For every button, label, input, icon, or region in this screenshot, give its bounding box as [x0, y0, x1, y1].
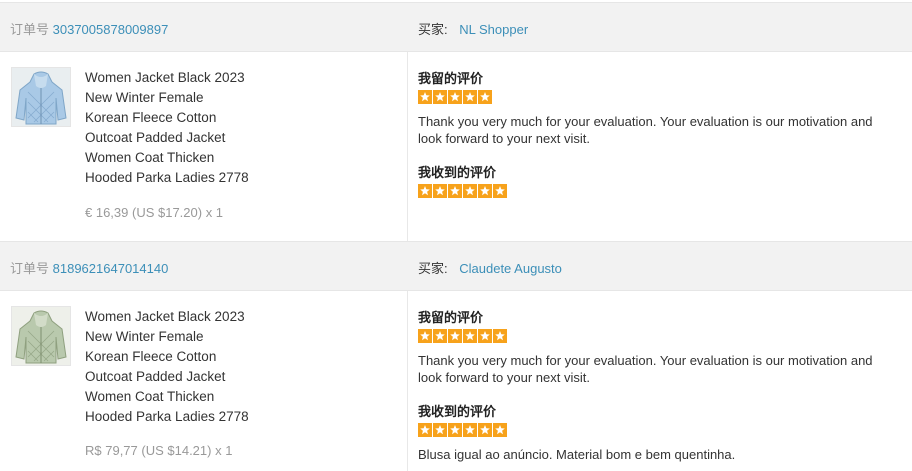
order-body: Women Jacket Black 2023 New Winter Femal…	[0, 52, 912, 241]
order-header: 订单号 3037005878009897 买家: NL Shopper	[0, 2, 912, 52]
my-review-text: Thank you very much for your evaluation.…	[418, 114, 873, 146]
star-icon	[433, 329, 447, 343]
product-thumbnail[interactable]	[11, 306, 71, 366]
my-review-label: 我留的评价	[418, 310, 484, 325]
star-icon	[493, 184, 507, 198]
star-icon	[448, 184, 462, 198]
order-number-label: 订单号	[10, 22, 50, 37]
star-icon	[448, 423, 462, 437]
star-icon	[418, 423, 432, 437]
star-icon	[418, 90, 432, 104]
star-rating	[418, 90, 492, 104]
received-review-section: 我收到的评价	[418, 162, 912, 202]
star-icon	[463, 423, 477, 437]
buyer-label: 买家:	[418, 22, 448, 37]
received-review-label: 我收到的评价	[418, 165, 497, 180]
star-icon	[478, 90, 492, 104]
star-icon	[418, 329, 432, 343]
order-body: Women Jacket Black 2023 New Winter Femal…	[0, 291, 912, 471]
column-divider	[407, 52, 408, 241]
order-number-field: 订单号 8189621647014140	[10, 258, 168, 277]
order-number-field: 订单号 3037005878009897	[10, 19, 168, 38]
my-review-section: 我留的评价 Thank you very much for your evalu…	[418, 307, 912, 385]
my-review-text: Thank you very much for your evaluation.…	[418, 353, 873, 385]
star-icon	[463, 329, 477, 343]
product-price: € 16,39 (US $17.20) x 1	[85, 205, 224, 220]
column-divider	[407, 291, 408, 471]
quilted-jacket-green-icon	[12, 307, 70, 365]
order-header: 订单号 8189621647014140 买家: Claudete August…	[0, 241, 912, 291]
buyer-label: 买家:	[418, 261, 448, 276]
product-thumbnail[interactable]	[11, 67, 71, 127]
star-icon	[478, 423, 492, 437]
order-number-link[interactable]: 8189621647014140	[53, 261, 169, 276]
star-icon	[433, 423, 447, 437]
order-number-label: 订单号	[10, 261, 50, 276]
star-icon	[433, 90, 447, 104]
buyer-name-link[interactable]: NL Shopper	[459, 22, 528, 37]
product-title-link[interactable]: Women Jacket Black 2023 New Winter Femal…	[85, 307, 385, 427]
order-number-link[interactable]: 3037005878009897	[53, 22, 169, 37]
star-rating	[418, 184, 507, 198]
received-review-section: 我收到的评价 Blusa igual ao anúncio. Material …	[418, 401, 912, 462]
buyer-name-link[interactable]: Claudete Augusto	[459, 261, 562, 276]
star-rating	[418, 329, 507, 343]
star-icon	[493, 329, 507, 343]
quilted-jacket-blue-icon	[12, 68, 70, 126]
product-title-link[interactable]: Women Jacket Black 2023 New Winter Femal…	[85, 68, 385, 188]
my-review-section: 我留的评价 Thank you very much for your evalu…	[418, 68, 912, 146]
star-icon	[493, 423, 507, 437]
star-icon	[448, 329, 462, 343]
star-icon	[478, 329, 492, 343]
buyer-field: 买家: Claudete Augusto	[418, 258, 562, 277]
my-review-label: 我留的评价	[418, 71, 484, 86]
buyer-field: 买家: NL Shopper	[418, 19, 528, 38]
star-icon	[448, 90, 462, 104]
star-icon	[478, 184, 492, 198]
received-review-label: 我收到的评价	[418, 404, 497, 419]
star-icon	[463, 90, 477, 104]
order-card: 订单号 8189621647014140 买家: Claudete August…	[0, 241, 912, 471]
product-price: R$ 79,77 (US $14.21) x 1	[85, 443, 233, 458]
received-review-text: Blusa igual ao anúncio. Material bom e b…	[418, 447, 736, 462]
order-card: 订单号 3037005878009897 买家: NL Shopper Wome…	[0, 0, 912, 241]
star-icon	[418, 184, 432, 198]
star-icon	[463, 184, 477, 198]
star-icon	[433, 184, 447, 198]
star-rating	[418, 423, 507, 437]
